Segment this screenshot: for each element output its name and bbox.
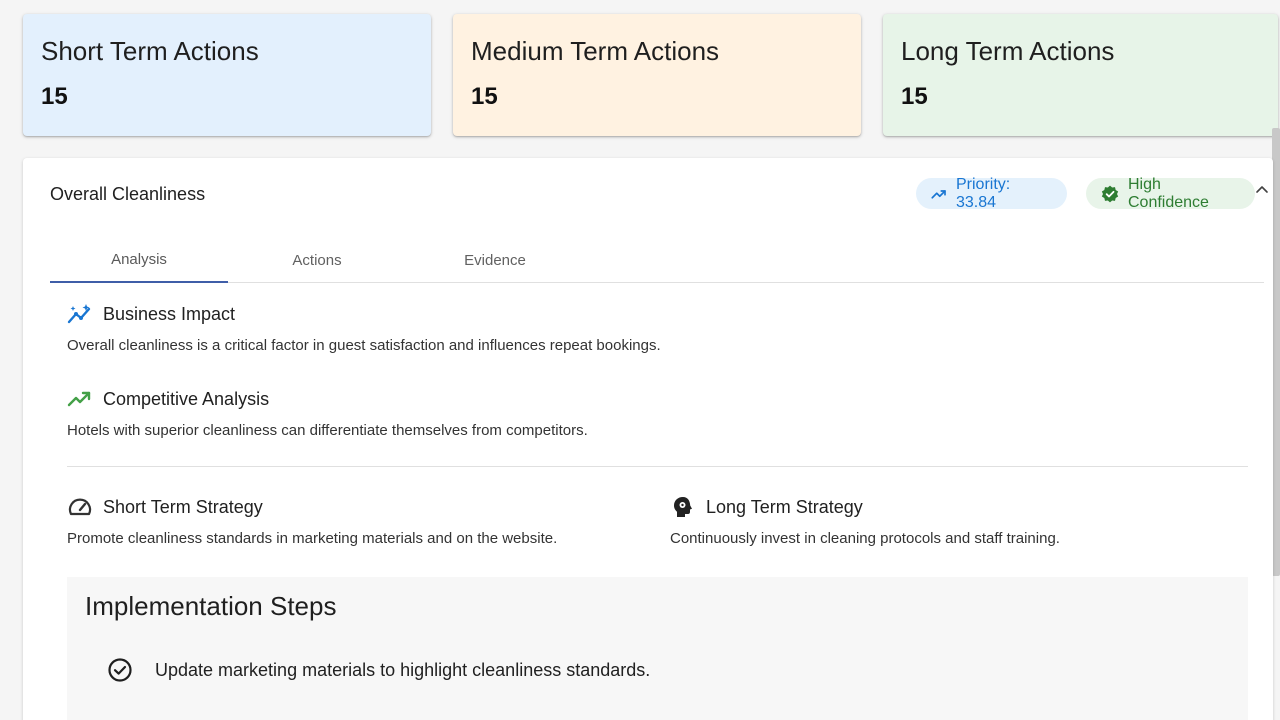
chevron-up-icon[interactable] [1254, 182, 1270, 198]
competitive-analysis-section: Competitive Analysis Hotels with superio… [67, 388, 588, 440]
long-term-strategy-section: Long Term Strategy Continuously invest i… [670, 496, 1060, 548]
verified-check-icon [1101, 185, 1119, 202]
list-item: Update marketing materials to highlight … [107, 657, 650, 683]
card-title: Long Term Actions [901, 36, 1115, 66]
confidence-label: High Confidence [1128, 175, 1209, 211]
step-text: Update marketing materials to highlight … [155, 659, 651, 680]
medium-term-actions-card: Medium Term Actions 15 [453, 14, 861, 136]
check-circle-icon [108, 658, 132, 682]
implementation-title: Implementation Steps [85, 591, 337, 621]
psychology-head-icon [674, 497, 692, 517]
implementation-steps: Implementation Steps Update marketing ma… [67, 577, 1248, 720]
business-impact-section: Business Impact Overall cleanliness is a… [67, 303, 661, 355]
section-divider [67, 466, 1248, 467]
card-title: Medium Term Actions [471, 36, 720, 66]
priority-chip: Priority: 33.84 [916, 175, 1067, 211]
section-heading: Long Term Strategy [706, 496, 863, 517]
section-heading: Competitive Analysis [103, 388, 270, 409]
short-term-actions-card: Short Term Actions 15 [23, 14, 431, 136]
section-text: Hotels with superior cleanliness can dif… [67, 422, 588, 439]
section-text: Promote cleanliness standards in marketi… [67, 530, 558, 547]
panel-title: Overall Cleanliness [50, 184, 206, 204]
trending-up-icon [67, 391, 91, 407]
section-text: Overall cleanliness is a critical factor… [67, 337, 661, 354]
page-scrollbar[interactable] [1272, 128, 1280, 576]
long-term-actions-card: Long Term Actions 15 [883, 14, 1278, 136]
confidence-chip: High Confidence [1086, 175, 1255, 211]
priority-label: Priority: 33.84 [956, 175, 1011, 211]
analysis-tabs: Analysis Actions Evidence [50, 238, 1264, 283]
speed-gauge-icon [68, 498, 92, 516]
trending-up-icon [931, 189, 946, 199]
insights-icon [67, 304, 91, 324]
tab-evidence[interactable]: Evidence [406, 238, 584, 283]
tab-analysis[interactable]: Analysis [50, 238, 228, 283]
card-title: Short Term Actions [41, 36, 259, 66]
card-value: 15 [901, 83, 928, 110]
recommendation-panel: Overall Cleanliness Priority: 33.84 High… [23, 158, 1273, 720]
section-text: Continuously invest in cleaning protocol… [670, 530, 1060, 547]
tab-actions[interactable]: Actions [228, 238, 406, 283]
card-value: 15 [471, 83, 498, 110]
short-term-strategy-section: Short Term Strategy Promote cleanliness … [67, 496, 558, 548]
section-heading: Short Term Strategy [103, 496, 263, 517]
card-value: 15 [41, 83, 68, 110]
section-heading: Business Impact [103, 303, 236, 324]
